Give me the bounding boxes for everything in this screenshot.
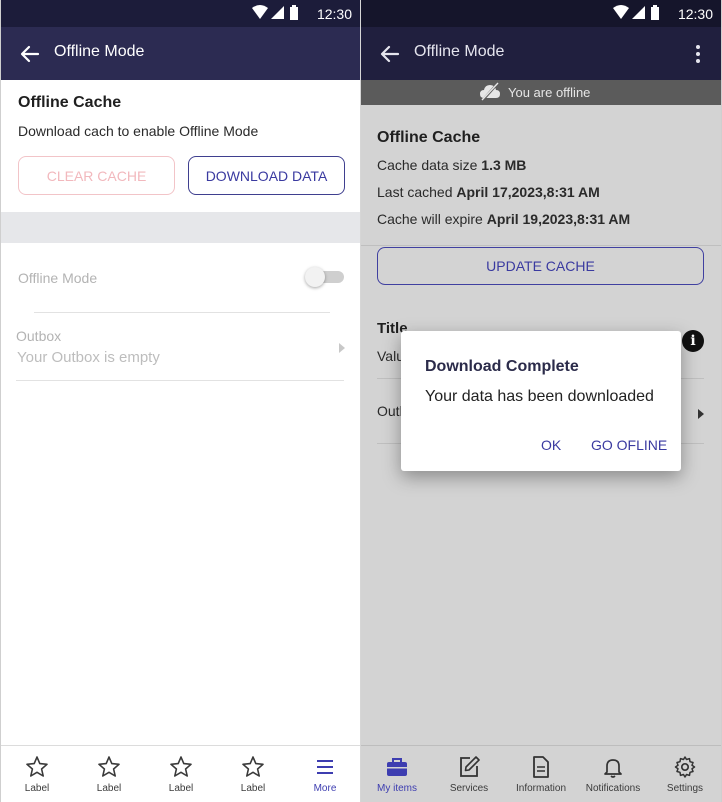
nav-item-more[interactable]: More [289,746,360,802]
cache-expire-label: Cache will expire [377,211,483,227]
nav-label: Label [96,783,122,794]
nav-item-information[interactable]: Information [505,746,577,802]
cache-expire-row: Cache will expire April 19,2023,8:31 AM [377,211,630,227]
status-icons [250,5,302,26]
nav-item-1[interactable]: Label [1,746,73,802]
chevron-right-icon [698,406,704,424]
more-vert-icon[interactable] [695,43,701,65]
dialog-title: Download Complete [425,358,579,375]
nav-label: Services [449,783,489,794]
wifi-icon [252,5,268,19]
ok-button[interactable]: OK [541,437,561,453]
page-title: Offline Mode [54,43,145,60]
cache-description: Download cach to enable Offline Mode [18,123,259,139]
app-bar: Offline Mode [1,27,360,80]
status-icons [611,5,663,26]
status-bar: 12:30 [361,0,721,27]
app-bar: Offline Mode [361,27,721,80]
update-cache-button[interactable]: UPDATE CACHE [377,247,704,285]
outbox-value: Your Outbox is empty [17,349,160,366]
signal-icon [271,6,284,19]
nav-label: Notifications [585,783,641,794]
offline-banner-text: You are offline [508,85,591,100]
star-icon [241,755,265,779]
cache-expire-value: April 19,2023,8:31 AM [486,211,631,227]
document-icon [529,755,553,779]
last-cached-row: Last cached April 17,2023,8:31 AM [377,184,600,200]
status-time: 12:30 [316,6,352,22]
last-cached-label: Last cached [377,184,453,200]
gear-icon [673,755,697,779]
section-divider [1,212,360,243]
nav-label: Label [240,783,266,794]
signal-icon [632,6,645,19]
battery-icon [290,5,298,20]
offline-mode-label: Offline Mode [18,270,98,286]
section-value: Valu [377,348,404,364]
cache-size-label: Cache data size [377,157,478,173]
info-icon[interactable]: i [682,330,704,352]
download-data-button[interactable]: DOWNLOAD DATA [188,156,345,195]
outbox-label[interactable]: Outl [377,403,403,419]
nav-label: Label [24,783,50,794]
nav-label: Label [168,783,194,794]
last-cached-value: April 17,2023,8:31 AM [456,184,600,200]
star-icon [97,755,121,779]
chevron-right-icon [339,340,345,358]
battery-icon [651,5,659,20]
nav-label: My items [377,783,417,794]
divider [361,245,721,246]
bottom-nav: Label Label Label Label More [1,745,360,802]
status-time: 12:30 [677,6,713,22]
outbox-label: Outbox [16,328,62,344]
nav-label: More [313,783,337,794]
divider [34,312,330,313]
status-bar: 12:30 [1,0,360,27]
cache-title: Offline Cache [18,94,122,111]
dialog-message: Your data has been downloaded [425,388,654,405]
bell-icon [601,755,625,779]
star-icon [25,755,49,779]
menu-icon [313,755,337,779]
cache-size-value: 1.3 MB [481,157,527,173]
clear-cache-button[interactable]: CLEAR CACHE [18,156,175,195]
back-arrow-icon[interactable] [378,42,402,66]
cache-title: Offline Cache [377,129,481,146]
wifi-icon [613,5,629,19]
nav-item-2[interactable]: Label [73,746,145,802]
cache-size-row: Cache data size 1.3 MB [377,157,526,173]
divider [16,380,344,381]
star-icon [169,755,193,779]
page-title: Offline Mode [414,43,505,60]
back-arrow-icon[interactable] [18,42,42,66]
download-complete-dialog: Download Complete Your data has been dow… [401,331,681,471]
nav-label: Information [515,783,567,794]
left-screen: 12:30 Offline Mode Offline Cache Downloa… [0,0,361,802]
edit-icon [457,755,481,779]
nav-item-notifications[interactable]: Notifications [577,746,649,802]
nav-item-services[interactable]: Services [433,746,505,802]
bottom-nav: My items Services Information Notificati… [361,745,721,802]
nav-item-3[interactable]: Label [145,746,217,802]
briefcase-icon [385,755,409,779]
nav-item-4[interactable]: Label [217,746,289,802]
nav-item-settings[interactable]: Settings [649,746,721,802]
cloud-off-icon [479,82,501,105]
nav-label: Settings [666,783,704,794]
go-offline-button[interactable]: GO OFLINE [591,437,667,453]
nav-item-my-items[interactable]: My items [361,746,433,802]
offline-banner: You are offline [361,80,721,105]
